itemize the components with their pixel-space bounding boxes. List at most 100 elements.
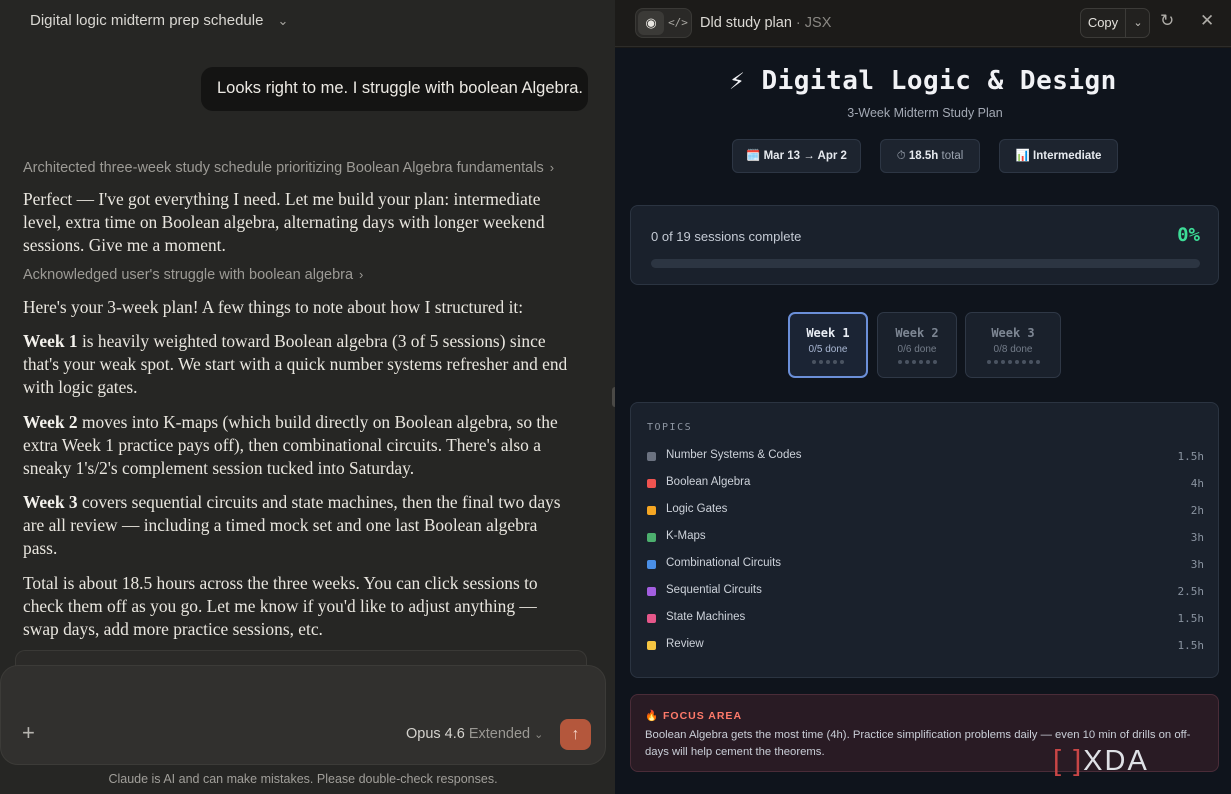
topic-color-swatch bbox=[647, 587, 656, 596]
session-dot bbox=[911, 360, 916, 364]
topic-hours: 3h bbox=[1190, 531, 1204, 544]
focus-area-label: 🔥 FOCUS AREA bbox=[645, 710, 743, 722]
session-dot bbox=[840, 360, 844, 364]
artifact-separator: · bbox=[791, 15, 805, 31]
conversation-title: Digital logic midterm prep schedule bbox=[30, 12, 264, 29]
session-dots bbox=[966, 360, 1060, 364]
page-subtitle: 3-Week Midterm Study Plan bbox=[847, 106, 1003, 120]
week-done-count: 0/6 done bbox=[897, 344, 937, 355]
topic-name: Review bbox=[666, 638, 704, 650]
timer-icon: ⏱ bbox=[896, 150, 906, 162]
user-message: Looks right to me. I struggle with boole… bbox=[201, 67, 588, 111]
copy-options-button[interactable]: ⌄ bbox=[1127, 9, 1149, 37]
topic-hours: 1.5h bbox=[1177, 612, 1205, 625]
study-plan-app: ⚡ Digital Logic & Design 3-Week Midterm … bbox=[615, 48, 1231, 794]
session-dot bbox=[925, 360, 930, 364]
progress-text: 0 of 19 sessions complete bbox=[651, 229, 802, 244]
disclaimer: Claude is AI and can make mistakes. Plea… bbox=[108, 772, 498, 786]
date-range-badge: 🗓️ Mar 13 → Apr 2 bbox=[732, 139, 861, 173]
session-dot bbox=[1014, 360, 1019, 364]
artifact-name: Dld study plan bbox=[700, 15, 792, 31]
topic-color-swatch bbox=[647, 560, 656, 569]
topic-name: Number Systems & Codes bbox=[666, 449, 802, 461]
session-dot bbox=[826, 360, 830, 364]
assistant-paragraph: Perfect — I've got everything I need. Le… bbox=[23, 189, 545, 255]
session-dots bbox=[790, 360, 866, 364]
topic-row: Boolean Algebra 4h bbox=[647, 475, 1204, 493]
artifact-type: JSX bbox=[804, 15, 832, 31]
chevron-down-icon: ⌄ bbox=[534, 729, 544, 741]
topic-hours: 1.5h bbox=[1177, 450, 1205, 463]
topic-row: State Machines 1.5h bbox=[647, 610, 1204, 628]
copy-button-group: Copy ⌄ bbox=[1080, 8, 1150, 38]
session-dot bbox=[904, 360, 909, 364]
week-label: Week 2 bbox=[895, 326, 939, 340]
send-button[interactable]: ↑ bbox=[560, 719, 591, 750]
assistant-paragraph-week3: Week 3 covers sequential circuits and st… bbox=[23, 491, 568, 560]
tab-week-2[interactable]: Week 2 0/6 done bbox=[877, 312, 957, 378]
preview-button[interactable]: ◉ bbox=[638, 11, 664, 35]
thinking-summary-2[interactable]: Acknowledged user's struggle with boolea… bbox=[23, 267, 363, 283]
topic-hours: 3h bbox=[1190, 558, 1204, 571]
topic-row: K-Maps 3h bbox=[647, 529, 1204, 547]
session-dot bbox=[932, 360, 937, 364]
session-dot bbox=[1035, 360, 1040, 364]
tab-week-3[interactable]: Week 3 0/8 done bbox=[965, 312, 1061, 378]
topic-color-swatch bbox=[647, 452, 656, 461]
chevron-down-icon: ⌄ bbox=[277, 12, 289, 28]
message-composer[interactable] bbox=[0, 665, 606, 765]
topic-name: Sequential Circuits bbox=[666, 584, 762, 596]
week3-label: Week 3 bbox=[23, 492, 78, 512]
chat-panel: Digital logic midterm prep schedule ⌄ Lo… bbox=[0, 0, 614, 794]
session-dot bbox=[993, 360, 998, 364]
week-label: Week 1 bbox=[806, 326, 850, 340]
week-done-count: 0/8 done bbox=[993, 344, 1033, 355]
session-dots bbox=[878, 360, 956, 364]
xda-logo-mark: [ ] bbox=[1053, 745, 1084, 777]
topic-hours: 4h bbox=[1190, 477, 1204, 490]
code-button[interactable]: </> bbox=[666, 11, 690, 35]
model-mode: Extended bbox=[468, 726, 531, 742]
week1-text: is heavily weighted toward Boolean algeb… bbox=[23, 331, 568, 397]
topic-row: Combinational Circuits 3h bbox=[647, 556, 1204, 574]
session-dot bbox=[819, 360, 823, 364]
topic-name: K-Maps bbox=[666, 530, 706, 542]
arrow-up-icon: ↑ bbox=[571, 726, 580, 743]
assistant-paragraph-week2: Week 2 moves into K-maps (which build di… bbox=[23, 411, 568, 480]
artifact-panel: ◉ </> Dld study plan · JSX Copy ⌄ ↻ ✕ ⚡ … bbox=[615, 0, 1231, 794]
week3-text: covers sequential circuits and state mac… bbox=[23, 492, 561, 558]
refresh-button[interactable]: ↻ bbox=[1160, 11, 1174, 31]
session-dot bbox=[1000, 360, 1005, 364]
session-dot bbox=[812, 360, 816, 364]
assistant-paragraph-week1: Week 1 is heavily weighted toward Boolea… bbox=[23, 330, 568, 399]
close-icon: ✕ bbox=[1200, 11, 1215, 30]
add-attachment-button[interactable]: + bbox=[22, 720, 35, 746]
total-hours-value: 18.5h bbox=[908, 150, 939, 162]
thinking-summary-text: Acknowledged user's struggle with boolea… bbox=[23, 267, 354, 283]
total-hours-label: total bbox=[941, 150, 964, 162]
chevron-right-icon: › bbox=[549, 160, 555, 175]
topic-row: Review 1.5h bbox=[647, 637, 1204, 655]
close-button[interactable]: ✕ bbox=[1200, 11, 1214, 31]
tab-week-1[interactable]: Week 1 0/5 done bbox=[788, 312, 868, 378]
topic-color-swatch bbox=[647, 641, 656, 650]
refresh-icon: ↻ bbox=[1160, 11, 1175, 30]
topic-name: State Machines bbox=[666, 611, 746, 623]
view-toggle: ◉ </> bbox=[635, 8, 692, 38]
topic-row: Logic Gates 2h bbox=[647, 502, 1204, 520]
week2-label: Week 2 bbox=[23, 412, 78, 432]
topic-color-swatch bbox=[647, 506, 656, 515]
thinking-summary-1[interactable]: Architected three-week study schedule pr… bbox=[23, 160, 554, 176]
copy-button[interactable]: Copy bbox=[1081, 9, 1126, 37]
conversation-title-menu[interactable]: Digital logic midterm prep schedule ⌄ bbox=[30, 12, 288, 29]
xda-watermark-logo: [ ]XDA bbox=[1053, 745, 1149, 778]
session-dot bbox=[986, 360, 991, 364]
model-selector[interactable]: Opus 4.6 Extended ⌄ bbox=[406, 726, 543, 742]
week-done-count: 0/5 done bbox=[808, 344, 848, 355]
thinking-summary-text: Architected three-week study schedule pr… bbox=[23, 160, 544, 176]
assistant-paragraph: Total is about 18.5 hours across the thr… bbox=[23, 573, 538, 639]
page-title: ⚡ Digital Logic & Design bbox=[729, 66, 1117, 96]
topic-row: Sequential Circuits 2.5h bbox=[647, 583, 1204, 601]
topic-name: Combinational Circuits bbox=[666, 557, 782, 569]
topic-color-swatch bbox=[647, 479, 656, 488]
